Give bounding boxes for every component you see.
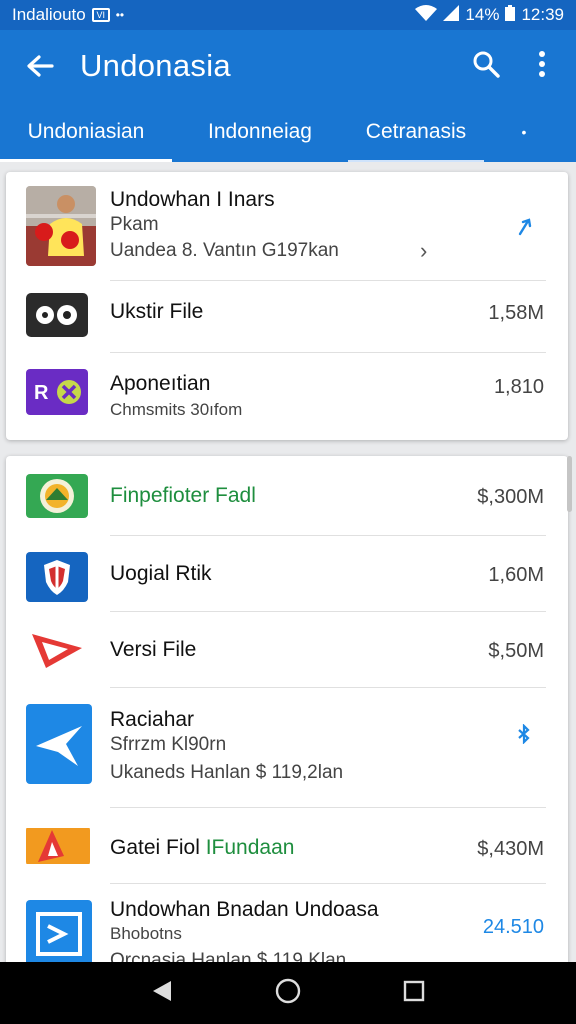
item-size: $,50M	[488, 640, 544, 662]
chevron-right-icon: ›	[420, 238, 428, 263]
boxer-photo-thumbnail	[26, 186, 96, 266]
item-size: 24.510	[482, 916, 544, 938]
item-subtitle: Sfrrzm Kl90rn	[110, 734, 227, 755]
arrow-left-icon	[27, 55, 54, 77]
green-app-icon	[26, 474, 88, 518]
item-title: Finpefioter Fadl	[110, 484, 256, 507]
screen-share-icon	[26, 900, 92, 970]
shield-app-icon	[26, 552, 88, 602]
signal-icon	[443, 4, 460, 26]
battery-percent: 14%	[465, 5, 500, 24]
list-item[interactable]: Ukstir File 1,58M	[6, 280, 568, 352]
tab-label: Indonneiag	[208, 120, 312, 143]
purple-app-icon: R	[26, 369, 88, 415]
list-item[interactable]: Raciahar Sfrrzm Kl90rn Ukaneds Hanlan $ …	[6, 688, 568, 808]
item-title: Undowhan Bnadan Undoasa	[110, 898, 379, 921]
svg-text:R: R	[34, 382, 49, 404]
tab-bar: Undoniasian Indonneiag Cetranasis •	[0, 102, 576, 162]
nav-recents-button[interactable]	[403, 980, 425, 1007]
orange-app-icon	[26, 826, 90, 866]
list-card-main: Finpefioter Fadl $,300M Uogial Rtik 1,60…	[6, 456, 568, 976]
item-subtitle: Chmsmits 30ıfom	[110, 400, 243, 419]
battery-icon	[505, 4, 516, 26]
clock: 12:39	[521, 5, 564, 24]
item-title: Aponeıtian	[110, 372, 211, 395]
list-item[interactable]: Versi File $,50M	[6, 612, 568, 688]
star-app-icon	[26, 704, 92, 784]
back-button[interactable]	[0, 54, 80, 78]
tab-label: Undoniasian	[27, 120, 145, 143]
wifi-icon	[415, 4, 438, 26]
recents-square-icon	[403, 980, 425, 1001]
page-title: Undonasia	[80, 48, 231, 83]
item-size: 1,810	[493, 376, 544, 398]
list-item[interactable]: Undowhan I Inars Pkam Uandea 8. Vantın G…	[6, 172, 568, 280]
item-detail: Ukaneds Hanlan $ 119,2lan	[110, 762, 344, 783]
list-card-top: Undowhan I Inars Pkam Uandea 8. Vantın G…	[6, 172, 568, 440]
item-title: Raciahar	[110, 708, 195, 731]
notification-badge: VI	[91, 8, 110, 22]
nav-back-button[interactable]	[151, 979, 173, 1008]
scrollbar[interactable]	[567, 456, 572, 512]
app-bar: Undonasia	[0, 30, 576, 102]
trending-icon[interactable]	[518, 218, 532, 241]
list-item[interactable]: Gatei Fiol IFundaan $,430M	[6, 808, 568, 884]
status-bar: Indaliouto VI •• 14% 12:39	[0, 0, 576, 30]
tab-indonneiag[interactable]: Indonneiag	[172, 102, 348, 162]
more-vert-icon	[539, 50, 545, 77]
item-title-part: Gatei Fiol	[110, 836, 206, 859]
item-size: 1,60M	[488, 564, 544, 586]
item-title: Versi File	[110, 638, 197, 661]
list-item[interactable]: Finpefioter Fadl $,300M	[6, 456, 568, 536]
search-button[interactable]	[472, 50, 500, 83]
back-triangle-icon	[153, 980, 171, 1001]
bluetooth-icon[interactable]	[516, 723, 532, 749]
search-icon	[473, 51, 500, 78]
list-item[interactable]: R Aponeıtian Chmsmits 30ıfom 1,810	[6, 352, 568, 440]
tab-label: •	[521, 124, 527, 140]
item-size: $,300M	[477, 486, 544, 508]
item-detail: Uandea 8. Vantın G197kan	[110, 240, 339, 261]
item-size: 1,58M	[488, 302, 544, 324]
tab-cetranasis[interactable]: Cetranasis	[348, 102, 484, 162]
play-icon	[26, 628, 88, 672]
carrier-label: Indaliouto	[12, 5, 86, 24]
notification-dots: ••	[115, 8, 125, 22]
item-title: Gatei Fiol IFundaan	[110, 836, 294, 860]
divider	[110, 352, 546, 353]
media-player-icon	[26, 293, 88, 337]
overflow-menu-button[interactable]	[538, 50, 546, 83]
home-circle-icon	[275, 978, 301, 1003]
tab-undoniasian[interactable]: Undoniasian	[0, 102, 172, 162]
system-navigation-bar	[0, 962, 576, 1024]
item-title: Undowhan I Inars	[110, 188, 275, 211]
tab-indicator	[348, 160, 484, 162]
list-item[interactable]: Uogial Rtik 1,60M	[6, 536, 568, 612]
item-title: Ukstir File	[110, 300, 204, 323]
tab-more[interactable]: •	[484, 102, 564, 162]
item-subtitle: Pkam	[110, 214, 159, 235]
item-title-highlight: IFundaan	[205, 836, 295, 859]
item-subtitle: Bhobotns	[110, 924, 182, 943]
divider	[110, 280, 546, 281]
tab-label: Cetranasis	[365, 120, 467, 143]
item-size: $,430M	[477, 838, 544, 860]
nav-home-button[interactable]	[275, 978, 301, 1009]
item-title: Uogial Rtik	[110, 562, 212, 585]
